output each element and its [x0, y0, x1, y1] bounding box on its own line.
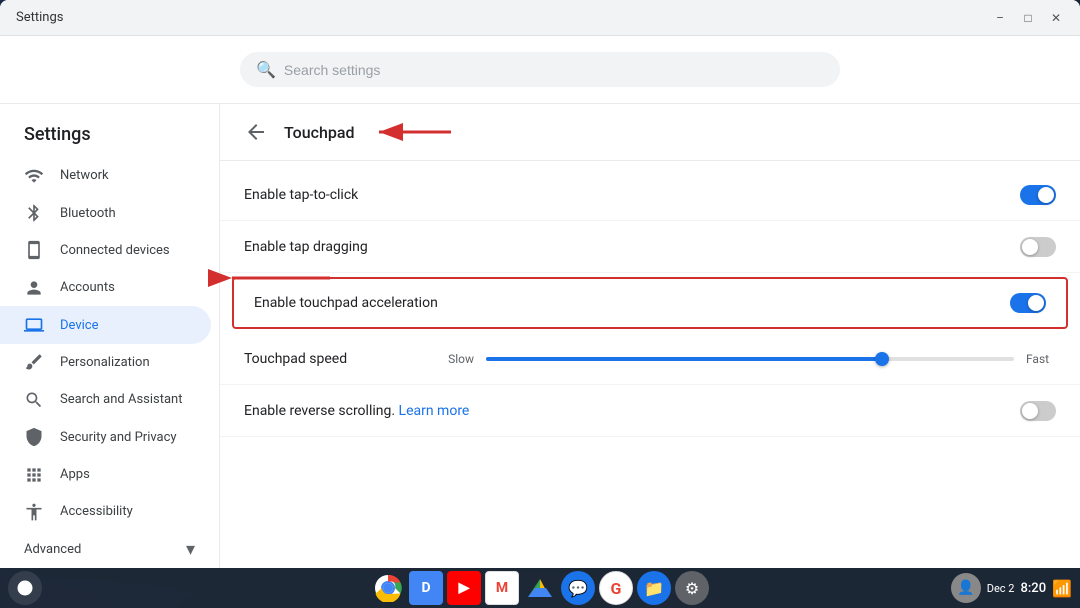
tap-to-click-toggle[interactable]	[1020, 185, 1056, 205]
brush-icon	[24, 352, 44, 372]
maximize-button[interactable]: □	[1020, 10, 1036, 26]
tap-to-click-row: Enable tap-to-click	[220, 169, 1080, 221]
chrome-icon[interactable]	[371, 571, 405, 605]
title-bar-left: Settings	[16, 10, 63, 25]
search-box[interactable]: 🔍	[240, 52, 840, 87]
taskbar: D ▶ M 💬 G 📁 ⚙ 👤 D	[0, 568, 1080, 608]
reverse-scrolling-row: Enable reverse scrolling. Learn more	[220, 385, 1080, 437]
google-icon[interactable]: G	[599, 571, 633, 605]
tap-dragging-toggle[interactable]	[1020, 237, 1056, 257]
network-label: Network	[60, 168, 109, 183]
close-button[interactable]: ✕	[1048, 10, 1064, 26]
laptop-icon	[24, 315, 44, 335]
sidebar-item-personalization[interactable]: Personalization	[0, 344, 211, 381]
slider-fill	[486, 357, 882, 361]
sidebar-item-network[interactable]: Network	[0, 157, 211, 194]
speed-control: Slow Fast	[444, 352, 1056, 366]
device-label: Device	[60, 318, 99, 333]
chevron-down-icon: ▾	[186, 539, 195, 560]
speed-slider[interactable]	[486, 357, 1014, 361]
title-bar: Settings – □ ✕	[0, 0, 1080, 36]
connected-devices-label: Connected devices	[60, 243, 170, 258]
user-avatar[interactable]: 👤	[951, 573, 981, 603]
sidebar-item-apps[interactable]: Apps	[0, 456, 211, 493]
settings-window: Settings – □ ✕ 🔍 Settings Network	[0, 0, 1080, 568]
personalization-label: Personalization	[60, 355, 150, 370]
accessibility-label: Accessibility	[60, 504, 133, 519]
touchpad-speed-label: Touchpad speed	[244, 351, 444, 367]
title-arrow-annotation	[371, 120, 451, 144]
minimize-button[interactable]: –	[992, 10, 1008, 26]
wifi-icon	[24, 166, 44, 186]
reverse-scrolling-label: Enable reverse scrolling. Learn more	[244, 403, 1020, 419]
advanced-section[interactable]: Advanced ▾	[0, 531, 219, 568]
sidebar-item-accessibility[interactable]: Accessibility	[0, 493, 211, 530]
panel-title: Touchpad	[284, 123, 355, 142]
taskbar-right: 👤 Dec 2 8:20 📶	[951, 573, 1072, 603]
search-icon: 🔍	[256, 60, 276, 79]
tap-to-click-label: Enable tap-to-click	[244, 187, 1020, 203]
sidebar-item-accounts[interactable]: Accounts	[0, 269, 211, 306]
bluetooth-icon	[24, 203, 44, 223]
search-assistant-label: Search and Assistant	[60, 392, 183, 407]
slider-thumb[interactable]	[875, 352, 889, 366]
search-nav-icon	[24, 390, 44, 410]
sidebar-item-connected-devices[interactable]: Connected devices	[0, 232, 211, 269]
accounts-label: Accounts	[60, 280, 115, 295]
touchpad-acceleration-label: Enable touchpad acceleration	[254, 295, 1010, 311]
window-controls: – □ ✕	[992, 10, 1064, 26]
window-title: Settings	[16, 10, 63, 25]
docs-icon[interactable]: D	[409, 571, 443, 605]
search-input[interactable]	[284, 62, 824, 78]
settings-body: Settings Network Bluetooth	[0, 104, 1080, 568]
learn-more-link[interactable]: Learn more	[399, 403, 470, 419]
sidebar: Settings Network Bluetooth	[0, 104, 220, 568]
apps-icon	[24, 465, 44, 485]
speed-fast-label: Fast	[1026, 352, 1056, 366]
gmail-icon[interactable]: M	[485, 571, 519, 605]
panel-header: Touchpad	[220, 104, 1080, 161]
taskbar-time: 8:20	[1020, 581, 1046, 596]
search-header: 🔍	[0, 36, 1080, 104]
touchpad-speed-row: Touchpad speed Slow Fast	[220, 333, 1080, 385]
advanced-label: Advanced	[24, 542, 178, 557]
youtube-icon[interactable]: ▶	[447, 571, 481, 605]
back-button[interactable]	[244, 120, 268, 144]
bluetooth-label: Bluetooth	[60, 206, 116, 221]
network-status-icon: 📶	[1052, 579, 1072, 598]
tap-dragging-label: Enable tap dragging	[244, 239, 1020, 255]
taskbar-left	[8, 571, 42, 605]
settings-title: Settings	[0, 104, 219, 157]
touchpad-acceleration-toggle[interactable]	[1010, 293, 1046, 313]
touchpad-acceleration-row: Enable touchpad acceleration	[232, 277, 1068, 329]
person-icon	[24, 278, 44, 298]
speed-slow-label: Slow	[444, 352, 474, 366]
apps-label: Apps	[60, 467, 90, 482]
devices-icon	[24, 240, 44, 260]
drive-icon[interactable]	[523, 571, 557, 605]
taskbar-date: Dec 2	[987, 582, 1015, 595]
security-privacy-label: Security and Privacy	[60, 430, 177, 445]
right-panel: Touchpad Enable tap-to-click	[220, 104, 1080, 568]
accessibility-icon	[24, 502, 44, 522]
settings-content: Enable tap-to-click Enable tap dragging	[220, 161, 1080, 445]
settings-taskbar-icon[interactable]: ⚙	[675, 571, 709, 605]
messages-icon[interactable]: 💬	[561, 571, 595, 605]
shield-icon	[24, 427, 44, 447]
files-icon[interactable]: 📁	[637, 571, 671, 605]
sidebar-item-bluetooth[interactable]: Bluetooth	[0, 194, 211, 231]
tap-dragging-row: Enable tap dragging	[220, 221, 1080, 273]
sidebar-item-search-assistant[interactable]: Search and Assistant	[0, 381, 211, 418]
launcher-button[interactable]	[8, 571, 42, 605]
reverse-scrolling-toggle[interactable]	[1020, 401, 1056, 421]
sidebar-item-security-privacy[interactable]: Security and Privacy	[0, 419, 211, 456]
sidebar-item-device[interactable]: Device	[0, 306, 211, 343]
